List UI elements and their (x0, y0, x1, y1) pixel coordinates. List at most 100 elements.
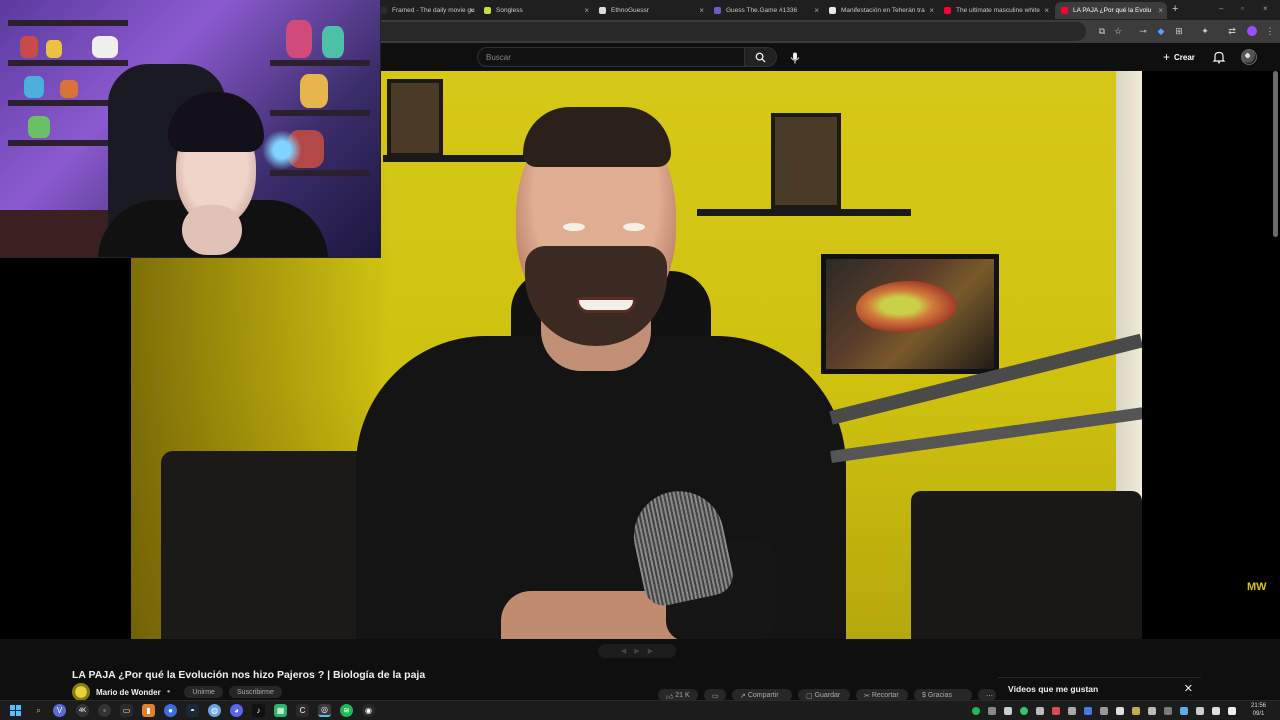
spotify-icon[interactable]: ≋ (340, 704, 353, 717)
app-orange-icon[interactable]: ▮ (142, 704, 155, 717)
tray-icon[interactable] (1116, 707, 1124, 715)
play-icon[interactable]: ▶ (634, 647, 639, 655)
wall-painting (387, 79, 443, 157)
search-button[interactable] (745, 47, 777, 67)
figurine (46, 40, 62, 58)
more-icon: ⋯ (986, 693, 993, 700)
tab-la-paja[interactable]: LA PAJA ¿Por qué la Evolu × (1055, 2, 1167, 19)
app-circle-icon[interactable]: ◦ (98, 704, 111, 717)
tray-icon[interactable] (1132, 707, 1140, 715)
close-window-icon[interactable]: × (1263, 4, 1268, 13)
player-controls-pill[interactable]: ◀ ▶ ▶ (598, 644, 676, 658)
join-button[interactable]: Unirme (184, 686, 223, 698)
presenter-hair (523, 107, 671, 167)
app-globe-icon[interactable]: ◍ (208, 704, 221, 717)
battery-icon[interactable] (1228, 707, 1236, 715)
minimize-icon[interactable]: – (1219, 4, 1223, 13)
maximize-icon[interactable]: ▫ (1241, 4, 1244, 13)
tray-icon[interactable] (1084, 707, 1092, 715)
tiktok-icon[interactable]: ♪ (252, 704, 265, 717)
tray-spotify-icon[interactable] (972, 707, 980, 715)
liked-panel-title: Vídeos que me gustan (1008, 684, 1099, 694)
tray-icon[interactable] (1164, 707, 1172, 715)
close-icon[interactable]: ✕ (1184, 684, 1193, 695)
channel-avatar[interactable] (72, 683, 90, 701)
taskbar-clock[interactable]: 21:56 09/1 (1251, 702, 1266, 718)
chrome-icon[interactable]: ◎ (318, 704, 331, 717)
figurine (60, 80, 78, 98)
tab-ethnoguessr[interactable]: EthnoGuessr × (593, 2, 708, 19)
app-blue-icon[interactable]: ● (164, 704, 177, 717)
notifications-bell-icon[interactable] (1212, 50, 1226, 64)
scissors-icon: ✂ (864, 693, 872, 700)
volume-icon[interactable] (1212, 707, 1220, 715)
search-icon[interactable]: ⌕ (32, 704, 45, 717)
tab-framed[interactable]: Framed - The daily movie gu × (374, 2, 478, 19)
bookmark-star-icon[interactable]: ☆ (1112, 25, 1124, 37)
app-c-icon[interactable]: C (296, 704, 309, 717)
plus-icon: + (1163, 50, 1171, 64)
tray-icon[interactable] (1036, 707, 1044, 715)
app-monitor-icon[interactable]: ▭ (120, 704, 133, 717)
key-icon[interactable]: ⊸ (1137, 25, 1149, 37)
tab-label: EthnoGuessr (611, 7, 649, 14)
tab-close-icon[interactable]: × (1158, 6, 1163, 15)
subscribe-button[interactable]: Suscribirme (228, 686, 282, 698)
sidepanel-icon[interactable]: ⇄ (1226, 25, 1238, 37)
tab-manifestacion[interactable]: Manifestación en Teherán tra × (823, 2, 938, 19)
extension-icon[interactable]: ◆ (1155, 25, 1167, 37)
screen: Framed - The daily movie gu × Songless ×… (0, 0, 1280, 720)
like-count: 21 K (675, 692, 690, 699)
tab-close-icon[interactable]: × (814, 6, 819, 15)
browser-menu-icon[interactable]: ⋮ (1264, 25, 1276, 37)
video-info: ◀ ▶ ▶ LA PAJA ¿Por qué la Evolución nos … (0, 639, 1280, 701)
discord-icon[interactable]: ◕ (230, 704, 243, 717)
wifi-icon[interactable] (1196, 707, 1204, 715)
tab-close-icon[interactable]: × (699, 6, 704, 15)
tab-close-icon[interactable]: × (929, 6, 934, 15)
tab-label: Guess The.Game #1336 (726, 7, 798, 14)
app-4k-icon[interactable]: 4K (76, 704, 89, 717)
rgb-light (262, 130, 302, 170)
search-input[interactable]: Buscar (477, 47, 745, 67)
next-icon[interactable]: ▶ (648, 647, 653, 655)
new-tab-icon[interactable]: + (1172, 3, 1178, 15)
previous-icon[interactable]: ◀ (621, 647, 626, 655)
save-icon: ▢ (806, 693, 815, 700)
chrome-alt-icon[interactable]: ◉ (362, 704, 375, 717)
channel-name[interactable]: Mario de Wonder (96, 688, 161, 697)
tab-close-icon[interactable]: × (584, 6, 589, 15)
page-scrollbar[interactable] (1273, 71, 1278, 237)
browser-profile-avatar[interactable] (1247, 26, 1257, 36)
pin-icon[interactable]: ✦ (1199, 25, 1211, 37)
tab-close-icon[interactable]: × (1044, 6, 1049, 15)
share-icon: ↗ (740, 693, 748, 700)
tab-guess-the-game[interactable]: Guess The.Game #1336 × (708, 2, 823, 19)
windows-start-icon[interactable] (9, 704, 22, 717)
tab-ultimate-masculine[interactable]: The ultimate masculine white × (938, 2, 1053, 19)
channel-watermark[interactable]: MW (1247, 582, 1267, 593)
voice-search-button[interactable] (786, 49, 804, 67)
tray-icon[interactable] (988, 707, 996, 715)
steam-icon[interactable]: ◓ (186, 704, 199, 717)
app-v-icon[interactable]: V (53, 704, 66, 717)
tab-close-icon[interactable]: × (469, 6, 474, 15)
create-label: Crear (1174, 52, 1195, 62)
tab-songless[interactable]: Songless × (478, 2, 593, 19)
account-avatar[interactable] (1241, 49, 1257, 65)
create-button[interactable]: + Crear (1163, 49, 1195, 65)
tray-icon[interactable] (1148, 707, 1156, 715)
tray-icon[interactable] (1020, 707, 1028, 715)
tray-icon[interactable] (1100, 707, 1108, 715)
install-app-icon[interactable]: ⧉ (1096, 25, 1108, 37)
tray-icon[interactable] (1180, 707, 1188, 715)
clip-label: Recortar (871, 692, 899, 699)
tray-icon[interactable] (1052, 707, 1060, 715)
app-green-icon[interactable]: ▦ (274, 704, 287, 717)
puzzle-icon[interactable]: ⊞ (1173, 25, 1185, 37)
tab-label: Songless (496, 7, 523, 14)
tray-icon[interactable] (1068, 707, 1076, 715)
figurine (24, 76, 44, 98)
tray-icon[interactable] (1004, 707, 1012, 715)
figurine (322, 26, 344, 58)
